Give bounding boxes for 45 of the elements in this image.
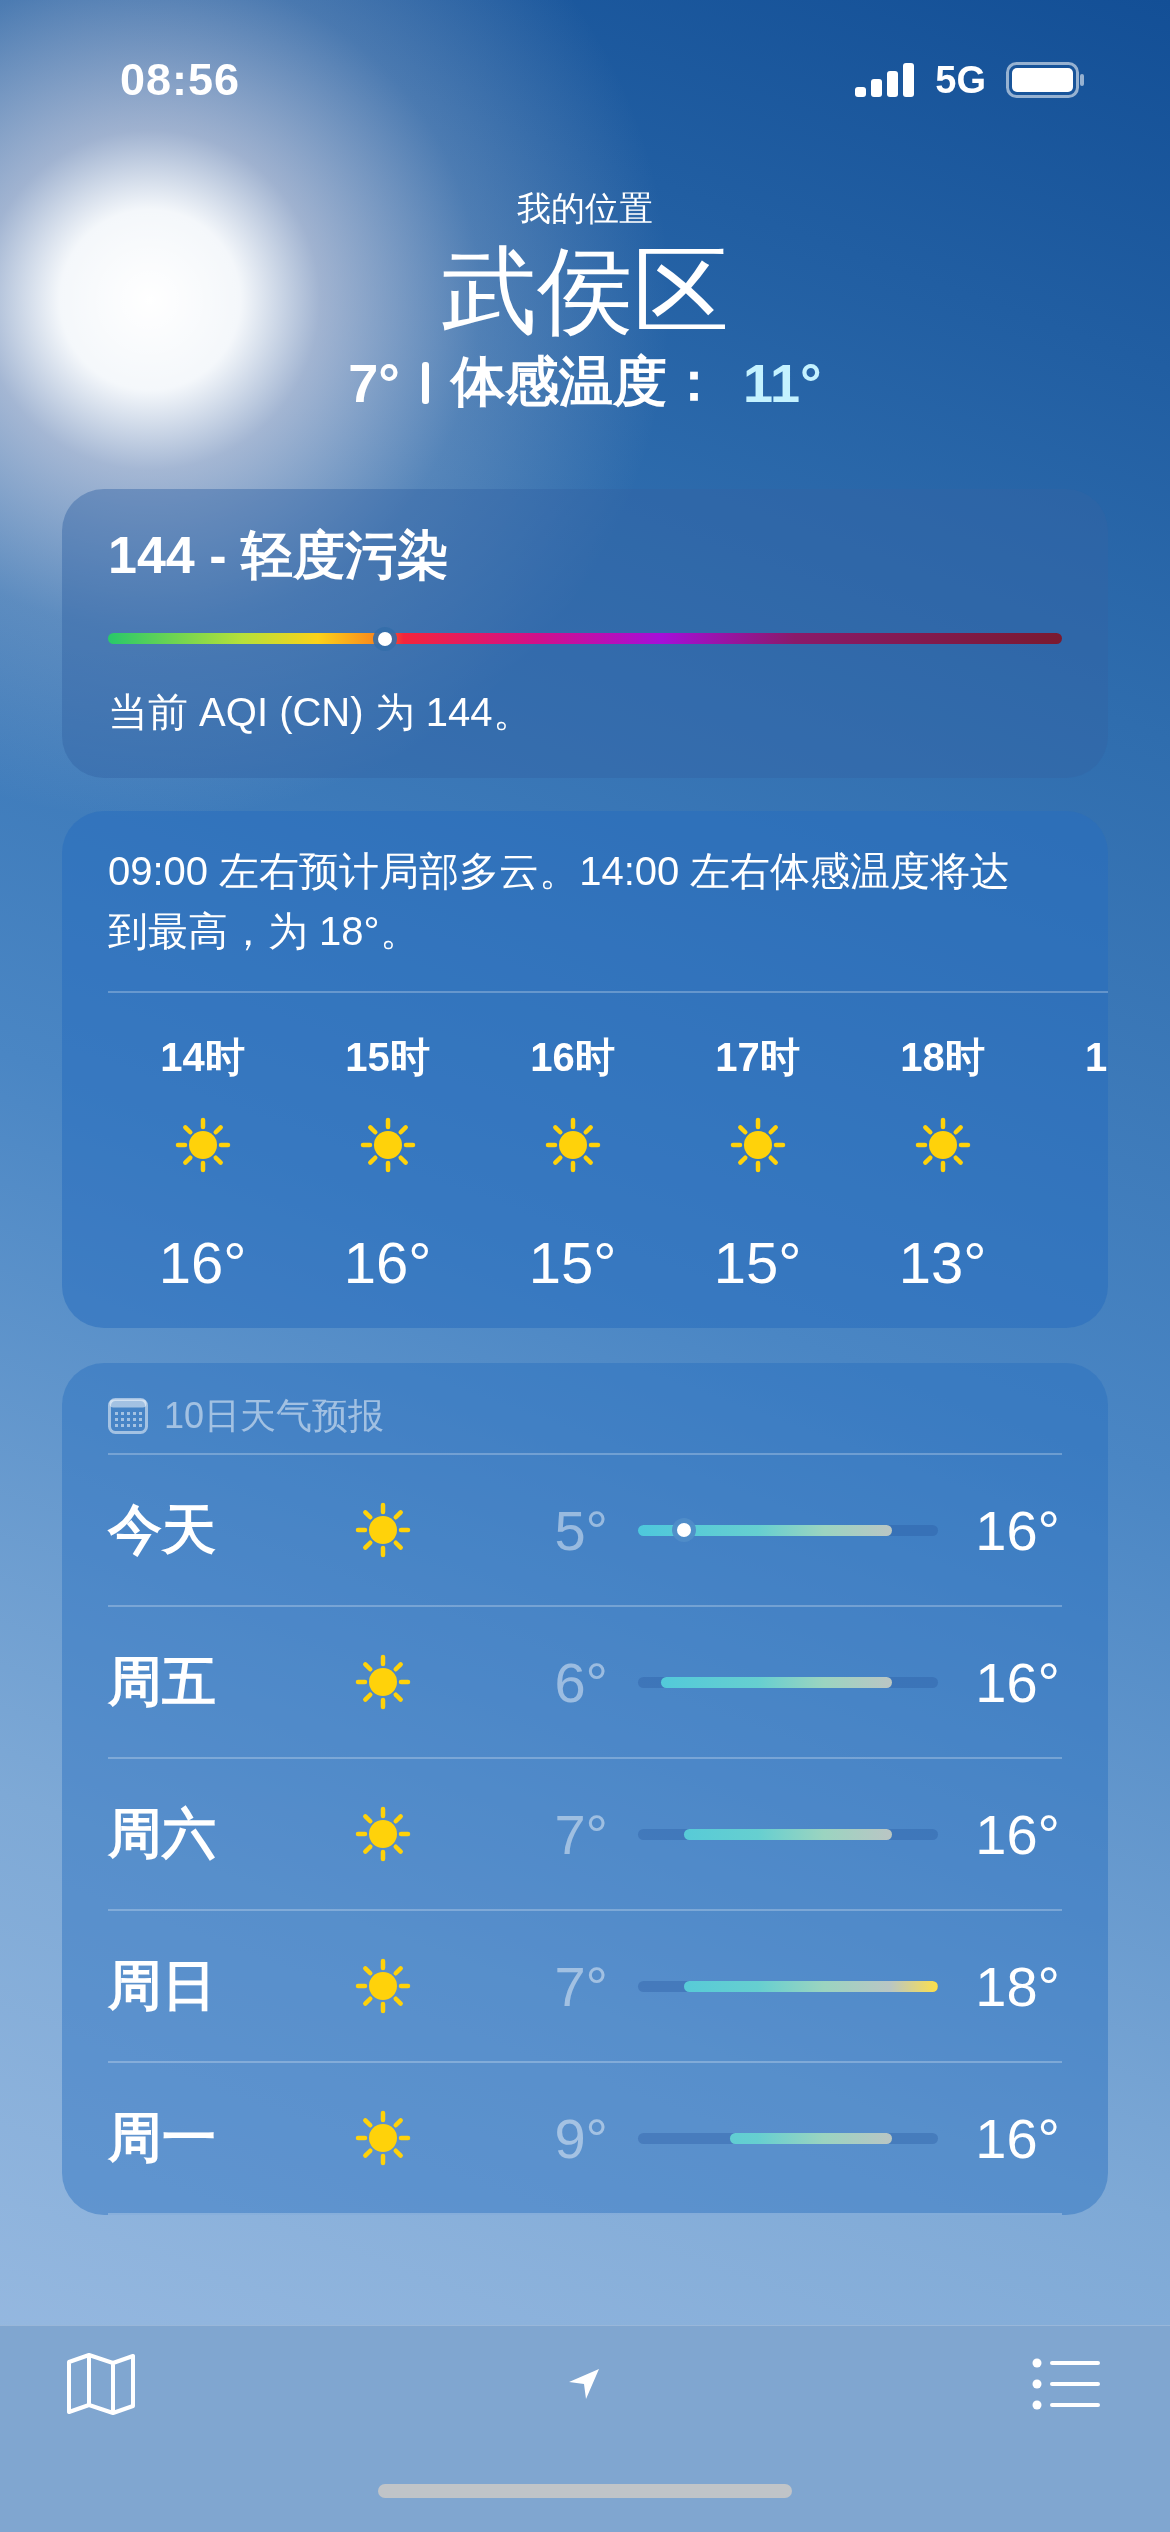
- air-quality-card[interactable]: 144 - 轻度污染 当前 AQI (CN) 为 144。: [62, 489, 1108, 778]
- clock-time: 08:56: [120, 54, 241, 106]
- day-label: 周五: [108, 1649, 217, 1713]
- feels-like-label: 体感温度：: [450, 350, 721, 413]
- hour-label: 1: [1085, 1034, 1108, 1081]
- day-label: 今天: [108, 1497, 217, 1561]
- day-label: 周六: [108, 1801, 217, 1865]
- hour-temperature: 15°: [528, 1229, 617, 1296]
- network-label: 5G: [935, 58, 986, 102]
- hour-label: 18时: [900, 1034, 985, 1081]
- low-temperature: 7°: [553, 1953, 608, 2019]
- forecast-summary: 09:00 左右预计局部多云。14:00 左右体感温度将达到最高，为 18°。: [108, 848, 1012, 955]
- low-temperature: 7°: [553, 1801, 608, 1867]
- location-arrow-icon[interactable]: [567, 2367, 601, 2401]
- low-temperature: 5°: [553, 1497, 608, 1563]
- hour-label: 16时: [530, 1034, 615, 1081]
- aqi-description: 当前 AQI (CN) 为 144。: [108, 689, 534, 736]
- signal-icon: [855, 63, 916, 97]
- map-icon[interactable]: [66, 2352, 136, 2416]
- hour-temperature: 15°: [713, 1229, 802, 1296]
- forecast-title: 10日天气预报: [164, 1393, 385, 1438]
- hour-label: 17时: [715, 1034, 800, 1081]
- current-temperature: 7°: [348, 351, 400, 414]
- high-temperature: 16°: [974, 1497, 1060, 1563]
- location-caption: 我的位置: [517, 188, 653, 229]
- high-temperature: 16°: [974, 2105, 1060, 2171]
- hour-label: 15时: [345, 1034, 430, 1081]
- hour-temperature: 16°: [343, 1229, 432, 1296]
- low-temperature: 6°: [553, 1649, 608, 1715]
- list-icon[interactable]: [1032, 2358, 1100, 2410]
- divider: [421, 361, 429, 404]
- low-temperature: 9°: [553, 2105, 608, 2171]
- day-label: 周一: [108, 2105, 217, 2169]
- high-temperature: 18°: [974, 1953, 1060, 2019]
- day-label: 周日: [108, 1953, 217, 2017]
- hour-temperature: 16°: [158, 1229, 247, 1296]
- hour-label: 14时: [160, 1034, 245, 1081]
- battery-icon: [1006, 62, 1086, 98]
- hour-temperature: 13°: [898, 1229, 987, 1296]
- high-temperature: 16°: [974, 1649, 1060, 1715]
- calendar-icon: [108, 1398, 148, 1434]
- aqi-title: 144 - 轻度污染: [108, 525, 450, 585]
- city-name: 武侯区: [441, 236, 729, 346]
- feels-like-value: 11°: [742, 351, 822, 414]
- high-temperature: 16°: [974, 1801, 1060, 1867]
